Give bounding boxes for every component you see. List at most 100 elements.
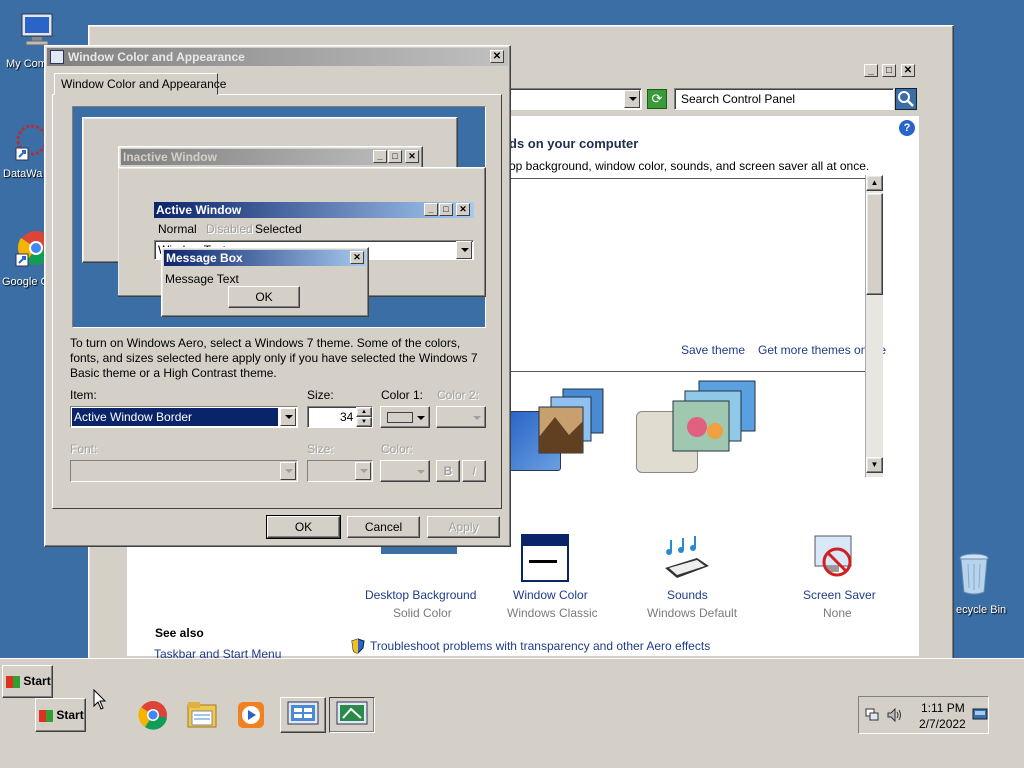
address-dropdown[interactable] [624,90,640,108]
color1-button[interactable] [380,406,430,428]
item-label: Item: [70,388,97,402]
inactive-close-icon: ✕ [405,150,419,163]
font-size-dropdown-arrow [355,462,371,480]
taskbar-media-player-icon[interactable] [235,699,267,731]
scroll-up-button[interactable]: ▲ [866,175,883,191]
theme-thumbnail[interactable] [535,387,605,457]
item-dropdown-arrow[interactable] [280,408,296,426]
desktop-icon-recycle-bin[interactable]: ecycle Bin [952,548,1024,620]
start-label: Start [56,708,84,722]
search-icon[interactable] [895,88,917,110]
size-down-button[interactable]: ▼ [356,417,372,427]
page-heading: ds on your computer [509,136,639,151]
font-select [70,460,298,482]
show-desktop-icon[interactable] [972,707,988,721]
cancel-button[interactable]: Cancel [347,516,420,538]
font-label: Font: [70,442,98,456]
color2-button [436,406,486,428]
taskbar-chrome-icon[interactable] [137,699,169,731]
window-color-item[interactable]: Window Color Windows Classic [507,532,609,622]
desktop-icon-label: DataWa [3,168,43,180]
menu-normal: Normal [158,222,197,236]
minimize-button[interactable]: _ [864,64,878,77]
desktop-icon-label: ecycle Bin [956,604,1007,616]
menu-selected: Selected [255,222,302,236]
color2-arrow-icon [473,416,481,420]
color2-label: Color 2: [437,388,480,402]
msgbox-title-bar: Message Box ✕ [164,250,366,266]
msgbox-ok-button: OK [228,286,300,308]
scroll-thumb[interactable] [866,193,883,295]
theme-thumbnail[interactable] [659,379,759,459]
tab-label: Window Color and Appearance [61,77,227,91]
themes-list[interactable]: Save theme Get more themes online ▲ ▼ [509,175,886,477]
list-scrollbar[interactable]: ▲ ▼ [865,175,883,477]
inactive-title-bar: Inactive Window _ □ ✕ [121,149,420,165]
active-max-icon: □ [439,203,453,216]
preview-scroll-arrow [456,241,472,259]
inactive-min-icon: _ [373,150,387,163]
apply-button: Apply [427,516,500,538]
font-color-arrow-icon [417,470,425,474]
window-color-icon [521,534,569,582]
save-theme-link[interactable]: Save theme [681,343,745,357]
windows-flag-icon [6,675,20,688]
taskbar-explorer-icon[interactable] [186,699,218,731]
screen-saver-item[interactable]: Screen Saver None [789,532,889,622]
sounds-icon [661,534,711,582]
tab-panel: Inactive Window _ □ ✕ Active Window _ □ … [52,94,502,509]
refresh-icon[interactable]: ⟳ [647,89,667,109]
window-color-link[interactable]: Window Color [513,588,588,602]
taskbar-control-panel-button[interactable] [280,697,326,733]
troubleshoot-link[interactable]: Troubleshoot problems with transparency … [370,639,710,653]
desktop-background-link[interactable]: Desktop Background [365,588,476,602]
clock-date[interactable]: 2/7/2022 [919,717,966,731]
windows-flag-icon [39,709,53,722]
size-stepper[interactable]: 34 ▲ ▼ [307,406,373,428]
search-input[interactable]: Search Control Panel [674,88,894,110]
bold-button: B [436,460,460,482]
help-icon[interactable]: ? [899,120,915,136]
close-button[interactable]: ✕ [901,64,915,77]
maximize-button[interactable]: □ [882,64,896,77]
mouse-cursor-icon [93,688,107,711]
dialog-title-bar: Window Color and Appearance [47,48,508,66]
size-value: 34 [340,410,354,424]
item-select[interactable]: Active Window Border [70,406,298,428]
address-bar[interactable] [509,88,642,110]
sounds-item[interactable]: Sounds Windows Default [647,532,757,622]
size-label: Size: [307,388,334,402]
msgbox-text: Message Text [165,272,239,286]
inactive-max-icon: □ [388,150,402,163]
tab-window-color[interactable]: Window Color and Appearance [54,73,226,95]
menu-disabled: Disabled [206,222,253,236]
screen-saver-icon [813,534,857,582]
active-title-bar: Active Window _ □ ✕ [154,202,474,218]
divider [509,371,881,372]
active-close-icon: ✕ [456,203,470,216]
floating-start-button[interactable]: Start [2,665,53,698]
dialog-close-button[interactable]: ✕ [490,50,504,63]
msgbox-close-icon: ✕ [350,251,364,264]
color1-label: Color 1: [381,388,424,402]
italic-button: I [462,460,486,482]
desktop-background-sub: Solid Color [393,606,452,620]
size-up-button[interactable]: ▲ [356,407,372,417]
ok-button[interactable]: OK [266,515,341,539]
color1-swatch [387,412,413,423]
display-settings-icon [336,701,368,725]
preview-message-box: Message Box ✕ Message Text OK [161,247,369,317]
volume-icon[interactable] [887,707,903,723]
clock-time[interactable]: 1:11 PM [921,701,965,715]
msgbox-title: Message Box [166,251,243,265]
taskbar-display-button[interactable] [329,697,375,733]
active-title: Active Window [156,203,242,217]
active-min-icon: _ [424,203,438,216]
scroll-down-button[interactable]: ▼ [866,457,883,473]
screen-saver-link[interactable]: Screen Saver [803,588,876,602]
desktop-icon-label: My Com [6,58,47,70]
window-color-dialog: Window Color and Appearance ✕ Window Col… [44,45,511,547]
start-button[interactable]: Start [35,698,86,732]
sounds-link[interactable]: Sounds [667,588,708,602]
network-icon[interactable] [865,708,879,722]
